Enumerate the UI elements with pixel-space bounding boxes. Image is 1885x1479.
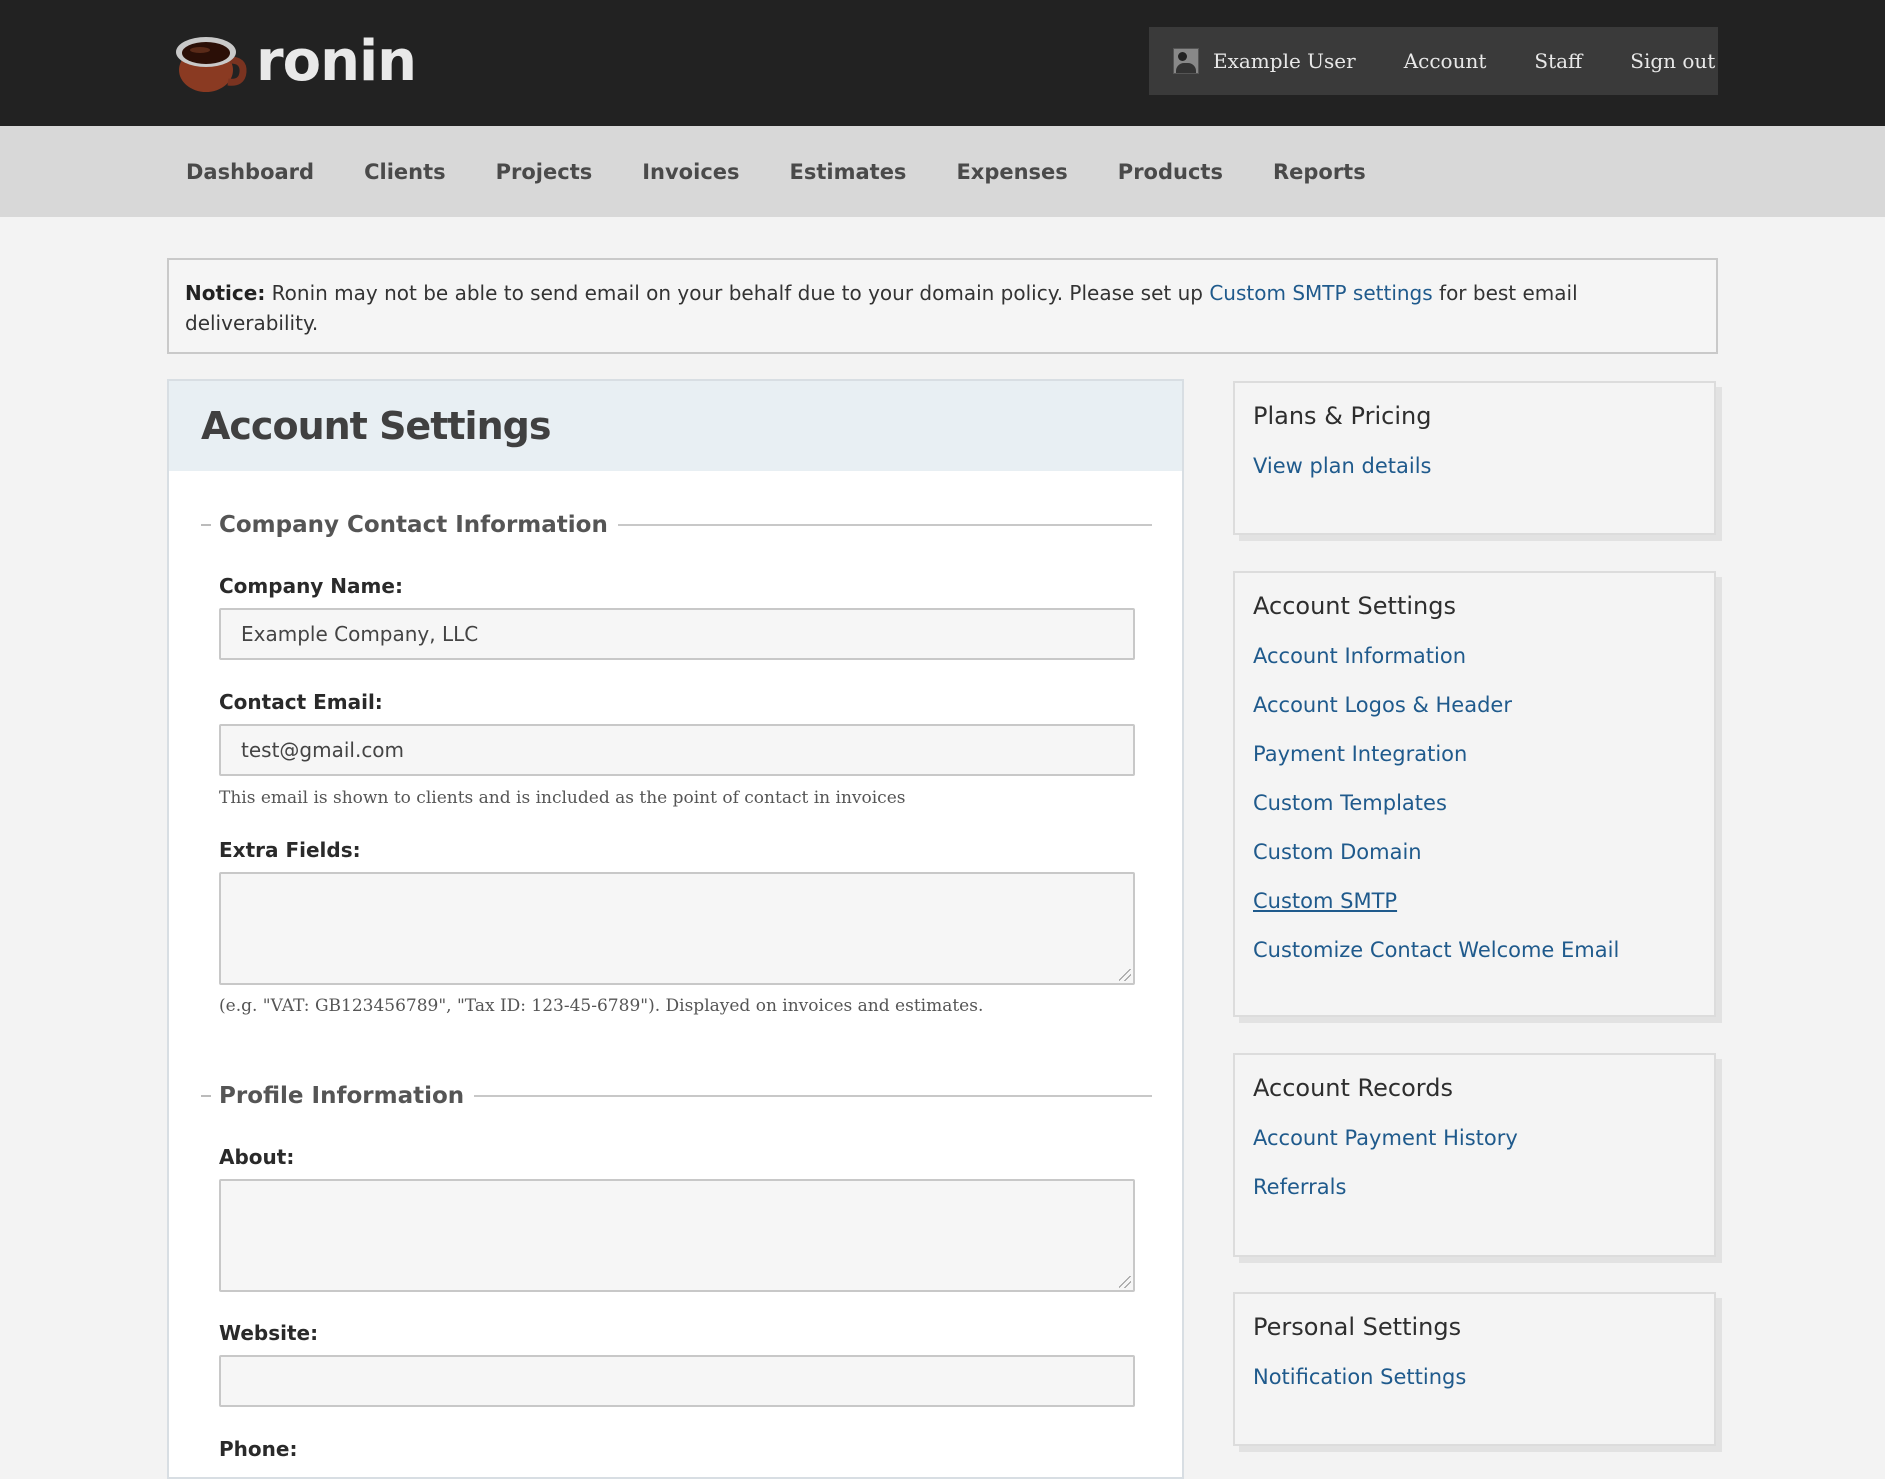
nav-dashboard[interactable]: Dashboard	[186, 160, 314, 184]
account-logos-header-link[interactable]: Account Logos & Header	[1253, 693, 1512, 717]
account-settings-panel: Account Settings Company Contact Informa…	[167, 379, 1184, 1479]
about-label: About:	[219, 1145, 295, 1169]
main-nav: Dashboard Clients Projects Invoices Esti…	[0, 126, 1885, 217]
account-settings-card-title: Account Settings	[1253, 592, 1456, 620]
panel-header: Account Settings	[169, 381, 1182, 471]
phone-label: Phone:	[219, 1437, 298, 1461]
personal-settings-title: Personal Settings	[1253, 1313, 1462, 1341]
referrals-link[interactable]: Referrals	[1253, 1175, 1346, 1199]
company-name-input[interactable]: Example Company, LLC	[219, 608, 1135, 660]
nav-estimates[interactable]: Estimates	[790, 160, 907, 184]
notice-text-before: Ronin may not be able to send email on y…	[265, 281, 1210, 305]
account-records-card: Account Records Account Payment History …	[1233, 1053, 1716, 1257]
nav-invoices[interactable]: Invoices	[642, 160, 739, 184]
extra-fields-textarea[interactable]	[219, 872, 1135, 985]
staff-link[interactable]: Staff	[1534, 49, 1582, 73]
plans-pricing-card: Plans & Pricing View plan details	[1233, 381, 1716, 535]
coffee-cup-icon	[176, 37, 247, 92]
custom-smtp-settings-link[interactable]: Custom SMTP settings	[1209, 281, 1432, 305]
nav-projects[interactable]: Projects	[496, 160, 593, 184]
customize-welcome-email-link[interactable]: Customize Contact Welcome Email	[1253, 938, 1619, 962]
user-profile-link[interactable]: Example User	[1173, 48, 1356, 74]
sign-out-link[interactable]: Sign out	[1630, 49, 1715, 73]
account-records-title: Account Records	[1253, 1074, 1453, 1102]
account-settings-card: Account Settings Account Information Acc…	[1233, 571, 1716, 1017]
payment-integration-link[interactable]: Payment Integration	[1253, 742, 1467, 766]
company-name-label: Company Name:	[219, 574, 403, 598]
notice-banner: Notice: Ronin may not be able to send em…	[167, 258, 1718, 354]
nav-products[interactable]: Products	[1118, 160, 1223, 184]
nav-reports[interactable]: Reports	[1273, 160, 1366, 184]
page-title: Account Settings	[201, 404, 551, 448]
view-plan-details-link[interactable]: View plan details	[1253, 454, 1432, 478]
account-information-link[interactable]: Account Information	[1253, 644, 1466, 668]
extra-fields-hint: (e.g. "VAT: GB123456789", "Tax ID: 123-4…	[219, 996, 984, 1016]
company-contact-legend-label: Company Contact Information	[219, 512, 608, 538]
account-payment-history-link[interactable]: Account Payment History	[1253, 1126, 1518, 1150]
contact-email-input[interactable]: test@gmail.com	[219, 724, 1135, 776]
website-input[interactable]	[219, 1355, 1135, 1407]
nav-expenses[interactable]: Expenses	[956, 160, 1067, 184]
logo-wordmark: ronin	[256, 29, 417, 94]
profile-info-legend-label: Profile Information	[219, 1083, 465, 1109]
extra-fields-label: Extra Fields:	[219, 838, 361, 862]
resize-handle-icon[interactable]	[1119, 969, 1131, 981]
ronin-logo[interactable]: ronin	[172, 28, 417, 96]
custom-smtp-link[interactable]: Custom SMTP	[1253, 889, 1397, 913]
about-textarea[interactable]	[219, 1179, 1135, 1292]
company-contact-legend: Company Contact Information	[201, 512, 1152, 538]
user-menu: Example User Account Staff Sign out	[1149, 27, 1718, 95]
avatar	[1173, 48, 1199, 74]
user-name: Example User	[1213, 49, 1356, 73]
custom-domain-link[interactable]: Custom Domain	[1253, 840, 1422, 864]
top-header: ronin Example User Account Staff Sign ou…	[0, 0, 1885, 126]
resize-handle-icon[interactable]	[1119, 1276, 1131, 1288]
plans-pricing-title: Plans & Pricing	[1253, 402, 1432, 430]
notice-label: Notice:	[185, 281, 266, 305]
notification-settings-link[interactable]: Notification Settings	[1253, 1365, 1466, 1389]
nav-clients[interactable]: Clients	[364, 160, 446, 184]
custom-templates-link[interactable]: Custom Templates	[1253, 791, 1447, 815]
account-link[interactable]: Account	[1404, 49, 1487, 73]
profile-info-legend: Profile Information	[201, 1083, 1152, 1109]
contact-email-label: Contact Email:	[219, 690, 383, 714]
website-label: Website:	[219, 1321, 319, 1345]
personal-settings-card: Personal Settings Notification Settings	[1233, 1292, 1716, 1446]
contact-email-hint: This email is shown to clients and is in…	[219, 788, 906, 808]
